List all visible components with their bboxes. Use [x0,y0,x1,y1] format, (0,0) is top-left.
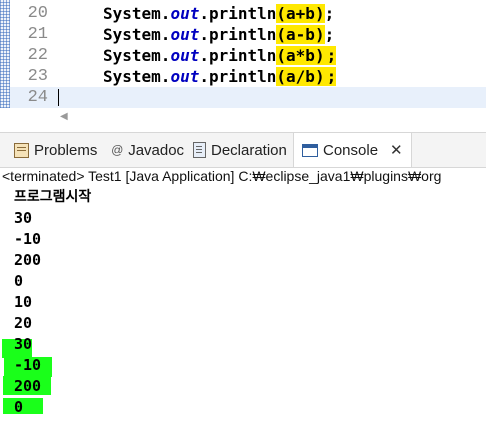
line-number-23: 23 [27,67,48,86]
tab-label: Problems [34,141,98,159]
scroll-left-icon[interactable]: ◀ [60,111,68,122]
current-line-highlight [48,87,486,108]
problems-icon [14,142,29,158]
code-token: System. [103,4,171,23]
tab-problems[interactable]: Problems [14,133,97,167]
code-token: System. [103,25,171,44]
console-line: 30 [14,335,33,353]
close-icon[interactable]: ✕ [390,141,403,159]
console-line: -10 [14,230,42,248]
console-line: 200 [14,251,42,269]
code-token: ; [324,4,335,23]
console-line: 0 [14,272,24,290]
code-token: System. [103,67,171,86]
code-token: System. [103,46,171,65]
code-token: ; [324,25,335,44]
line-number-20: 20 [27,4,48,23]
code-token-out: out [170,46,200,65]
tab-console[interactable]: Console ✕ [293,133,412,167]
declaration-icon [193,142,206,158]
code-editor[interactable]: 20 21 22 23 24 System.out.println(a+b); … [0,0,486,108]
tab-label: Console [323,141,379,159]
console-line: 200 [14,377,42,395]
code-token: .println [199,4,277,23]
horizontal-scrollbar[interactable]: ◀ [0,108,486,128]
console-line: 프로그램시작 [14,189,92,205]
code-line[interactable]: System.out.println(a+b); [103,3,334,24]
console-icon [302,143,318,157]
tab-javadoc[interactable]: @ Javadoc [111,133,184,167]
code-line[interactable]: System.out.println(a-b); [103,24,334,45]
code-line[interactable]: System.out.println(a/b); [103,66,337,87]
view-tab-bar: Problems @ Javadoc Declaration Console ✕ [0,132,486,168]
console-line: 10 [14,293,33,311]
tab-declaration[interactable]: Declaration [193,133,287,167]
tab-label: Declaration [211,141,287,159]
console-line: 20 [14,314,33,332]
code-token-out: out [170,4,200,23]
line-number-21: 21 [27,25,48,44]
code-token: ; [326,46,337,65]
console-line: 0 [14,398,24,416]
line-number-22: 22 [27,46,48,65]
tab-label: Javadoc [128,141,185,159]
code-token: .println [199,67,277,86]
occurrence-highlight: (a+b) [276,4,325,23]
code-token: ; [326,67,337,86]
console-line: -10 [14,356,42,374]
console-line: 30 [14,209,33,227]
code-token: .println [199,46,277,65]
code-token-out: out [170,67,200,86]
text-caret [58,89,59,106]
code-token-out: out [170,25,200,44]
code-line[interactable]: System.out.println(a*b); [103,45,337,66]
occurrence-highlight: (a-b) [276,25,325,44]
overview-ruler [0,0,10,108]
console-status: <terminated> Test1 [Java Application] C:… [2,168,442,184]
javadoc-icon: @ [111,143,124,157]
occurrence-highlight: (a/b) [276,67,327,86]
code-token: .println [199,25,277,44]
occurrence-highlight: (a*b) [276,46,327,65]
line-number-24: 24 [10,87,48,108]
